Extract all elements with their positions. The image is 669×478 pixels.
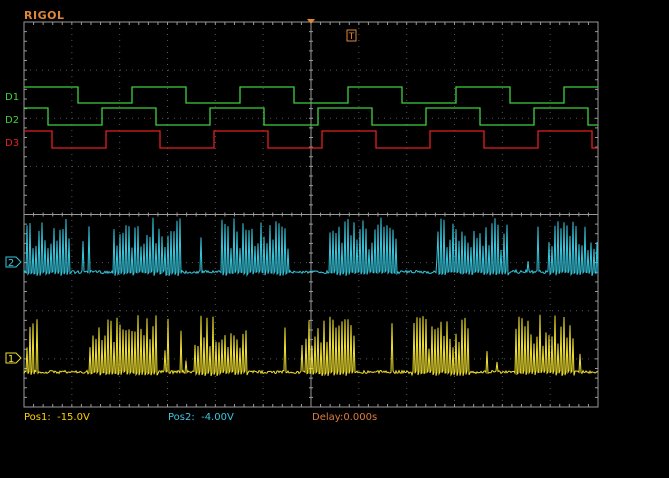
ch2-position-marker[interactable]: 2	[5, 256, 22, 269]
channel-markers: 2 1 T	[5, 19, 357, 365]
d1-label: D1	[5, 92, 20, 103]
delay-readout: Delay:0.000s	[312, 412, 378, 423]
pos2-readout: Pos2: -4.00V	[168, 412, 234, 423]
pos1-readout: Pos1: -15.0V	[24, 412, 90, 423]
trigger-marker-label: T	[348, 32, 355, 42]
ch2-position-marker-label: 2	[8, 258, 14, 269]
ch1-position-marker[interactable]: 1	[5, 352, 22, 365]
trigger-marker[interactable]: T	[346, 29, 357, 42]
ch1-position-marker-label: 1	[8, 354, 14, 365]
d3-label: D3	[5, 138, 20, 149]
d2-label: D2	[5, 115, 20, 126]
waveform-display: 2 1 T	[5, 19, 599, 408]
